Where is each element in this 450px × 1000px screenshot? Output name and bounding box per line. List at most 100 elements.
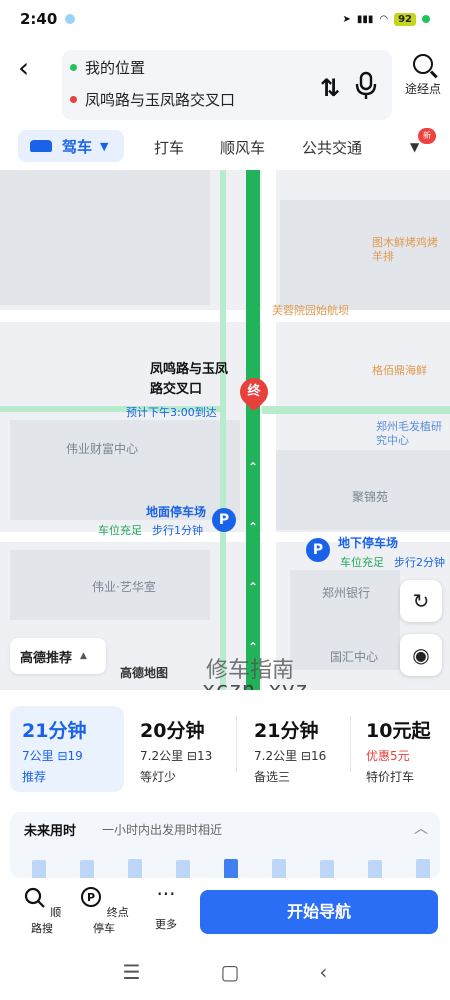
route-arrow-icon: ⌃ bbox=[248, 580, 259, 594]
search-icon bbox=[24, 887, 45, 908]
more-button[interactable]: ··· 更多 bbox=[146, 884, 186, 932]
map-road-green bbox=[262, 406, 450, 414]
route-meta: 7.2公里 ⊟13 bbox=[140, 749, 213, 763]
tab-drive-label: 驾车 bbox=[62, 137, 93, 156]
route-option[interactable]: 20分钟 7.2公里 ⊟13 等灯少 bbox=[128, 706, 234, 792]
future-bar[interactable] bbox=[224, 859, 238, 878]
status-icons: ➤ ▮▮▮ ◠ 92 bbox=[342, 12, 430, 26]
route-input-box: 我的位置 凤鸣路与玉凤路交叉口 ⇅ bbox=[62, 50, 392, 120]
route-header: ‹ 我的位置 凤鸣路与玉凤路交叉口 ⇅ 途经点 驾车 ▼ 打车 顺风车 公共交通… bbox=[0, 38, 450, 170]
future-bar[interactable] bbox=[80, 860, 94, 878]
new-badge: 新 bbox=[418, 128, 436, 144]
menu-icon[interactable]: ☰ bbox=[123, 960, 141, 984]
status-bar: 2:40 ➤ ▮▮▮ ◠ 92 bbox=[0, 0, 450, 38]
along-search-label: 顺路搜 bbox=[31, 906, 62, 935]
swap-icon[interactable]: ⇅ bbox=[320, 74, 340, 102]
poi-label[interactable]: 芙蓉院园始航坝 bbox=[272, 302, 349, 318]
location-icon: ➤ bbox=[342, 13, 351, 25]
map-label: 伟业·艺华室 bbox=[92, 580, 156, 594]
route-meta: 7公里 ⊟19 bbox=[22, 749, 83, 763]
future-bar[interactable] bbox=[32, 860, 46, 878]
future-bar[interactable] bbox=[416, 859, 430, 878]
origin-field[interactable]: 我的位置 bbox=[62, 52, 302, 82]
system-nav-bar: ☰ ▢ ‹ bbox=[0, 944, 450, 1000]
refresh-button[interactable]: ↻ bbox=[400, 580, 442, 622]
along-search-button[interactable]: 顺路搜 bbox=[20, 886, 64, 936]
chevron-up-icon[interactable]: ︿ bbox=[414, 818, 428, 838]
more-modes-icon[interactable]: ▼ bbox=[410, 140, 419, 154]
end-marker-text: 终 bbox=[247, 384, 261, 399]
recommend-dropdown[interactable]: 高德推荐 ▲ bbox=[10, 638, 106, 674]
eta-label: 预计下午3:00到达 bbox=[126, 406, 217, 419]
start-navigation-button[interactable]: 开始导航 bbox=[200, 890, 438, 934]
svg-text:P: P bbox=[87, 891, 95, 904]
tab-carpool[interactable]: 顺风车 bbox=[220, 137, 265, 158]
future-bar[interactable] bbox=[368, 860, 382, 878]
tab-transit[interactable]: 公共交通 bbox=[302, 137, 362, 158]
car-icon bbox=[30, 140, 52, 152]
route-time: 20分钟 bbox=[140, 720, 205, 742]
parking-walk: 步行1分钟 bbox=[152, 524, 203, 537]
mic-icon[interactable] bbox=[354, 70, 378, 100]
notification-icon bbox=[65, 14, 76, 24]
poi-label[interactable]: 图木鲜烤鸡烤羊排 bbox=[372, 236, 442, 264]
watermark-url: xczn.xyz bbox=[202, 678, 308, 690]
future-bar[interactable] bbox=[272, 859, 286, 878]
poi-label[interactable]: 郑州毛发植研究中心 bbox=[376, 420, 446, 448]
future-bar[interactable] bbox=[128, 859, 142, 878]
map-road-green bbox=[220, 170, 226, 690]
search-icon bbox=[413, 54, 433, 74]
origin-text: 我的位置 bbox=[85, 58, 146, 77]
tab-taxi[interactable]: 打车 bbox=[154, 137, 184, 158]
parking-status: 车位充足 bbox=[340, 556, 384, 569]
end-parking-label: 终点停车 bbox=[93, 906, 129, 935]
signal-icon: ▮▮▮ bbox=[356, 13, 374, 25]
parking-title[interactable]: 地下停车场 bbox=[338, 534, 398, 551]
parking-icon[interactable]: P bbox=[212, 508, 236, 532]
home-icon[interactable]: ▢ bbox=[221, 960, 240, 984]
parking-walk: 步行2分钟 bbox=[394, 556, 445, 569]
locate-button[interactable]: ◉ bbox=[400, 634, 442, 676]
destination-field[interactable]: 凤鸣路与玉凤路交叉口 bbox=[62, 84, 302, 114]
destination-name: 凤鸣路与玉凤路交叉口 bbox=[150, 362, 229, 397]
parking-title[interactable]: 地面停车场 bbox=[146, 503, 206, 520]
poi-label[interactable]: 格佰鼎海鲜 bbox=[372, 362, 427, 378]
future-title: 未来用时 bbox=[24, 824, 77, 839]
map-label: 伟业财富中心 bbox=[66, 442, 139, 456]
map-label: 郑州银行 bbox=[322, 586, 371, 600]
map-road bbox=[262, 170, 276, 690]
end-parking-button[interactable]: P 终点停车 bbox=[76, 886, 132, 936]
route-option[interactable]: 21分钟 7公里 ⊟19 推荐 bbox=[10, 706, 124, 792]
action-bar: 顺路搜 P 终点停车 ··· 更多 开始导航 bbox=[0, 878, 450, 944]
more-label: 更多 bbox=[155, 918, 177, 931]
end-marker[interactable]: 终 bbox=[234, 372, 274, 412]
route-tag: 推荐 bbox=[22, 770, 47, 784]
wifi-icon: ◠ bbox=[379, 13, 389, 25]
back-nav-icon[interactable]: ‹ bbox=[319, 960, 327, 984]
status-time: 2:40 bbox=[20, 10, 58, 28]
origin-dot-icon bbox=[70, 63, 77, 71]
waypoint-button[interactable]: 途经点 bbox=[400, 54, 446, 97]
taxi-option[interactable]: 10元起 优惠5元 特价打车 bbox=[354, 706, 446, 792]
future-bar[interactable] bbox=[176, 860, 190, 878]
future-bars bbox=[10, 846, 440, 878]
route-option[interactable]: 21分钟 7.2公里 ⊟16 备选三 bbox=[242, 706, 348, 792]
route-arrow-icon: ⌃ bbox=[248, 520, 259, 534]
caret-up-icon: ▲ bbox=[80, 651, 87, 661]
parking-icon[interactable]: P bbox=[306, 538, 330, 562]
dot-icon bbox=[422, 15, 430, 23]
taxi-tag: 特价打车 bbox=[366, 770, 415, 784]
travel-mode-tabs: 驾车 ▼ 打车 顺风车 公共交通 ▼ 新 bbox=[0, 128, 450, 168]
taxi-price: 10元起 bbox=[366, 720, 431, 742]
destination-label: 凤鸣路与玉凤路交叉口 bbox=[150, 360, 240, 400]
route-time: 21分钟 bbox=[22, 720, 87, 742]
back-icon[interactable]: ‹ bbox=[18, 54, 48, 84]
route-options: 21分钟 7公里 ⊟19 推荐 20分钟 7.2公里 ⊟13 等灯少 21分钟 … bbox=[0, 690, 450, 802]
battery-icon: 92 bbox=[394, 12, 416, 26]
future-bar[interactable] bbox=[320, 860, 334, 878]
map-label: 国汇中心 bbox=[330, 650, 379, 664]
map-view[interactable]: ⌃ ⌃ ⌃ ⌃ 图木鲜烤鸡烤羊排 芙蓉院园始航坝 格佰鼎海鲜 郑州毛发植研究中心… bbox=[0, 170, 450, 690]
future-time-panel[interactable]: 未来用时 一小时内出发用时相近 ︿ bbox=[10, 812, 440, 878]
route-arrow-icon: ⌃ bbox=[248, 460, 259, 474]
tab-drive[interactable]: 驾车 ▼ bbox=[18, 130, 124, 162]
